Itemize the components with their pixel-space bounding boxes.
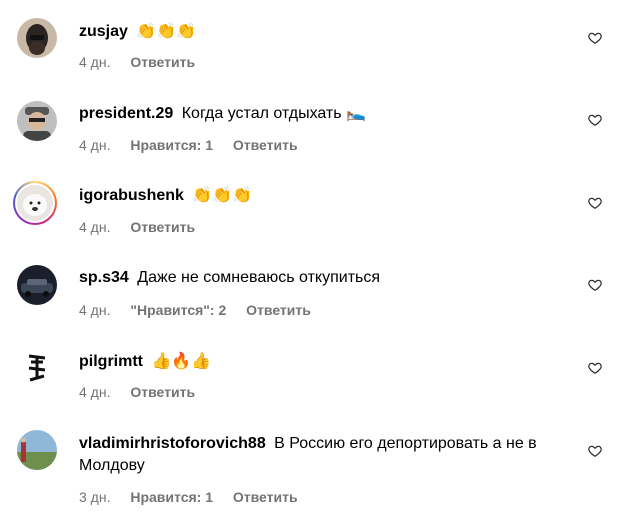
reply-button[interactable]: Ответить bbox=[130, 54, 195, 70]
comment-text: 👏👏👏 bbox=[192, 185, 253, 204]
comment-text: Когда устал отдыхать 🛌 bbox=[181, 105, 366, 122]
like-heart-icon[interactable] bbox=[588, 113, 602, 127]
comment-username[interactable]: pilgrimtt bbox=[79, 353, 143, 370]
comment-time[interactable]: 4 дн. bbox=[79, 384, 110, 400]
comment-time[interactable]: 3 дн. bbox=[79, 489, 110, 505]
comment-username[interactable]: vladimirhristoforovich88 bbox=[79, 435, 266, 452]
comment-meta: 4 дн. Ответить bbox=[79, 384, 211, 400]
story-ring bbox=[15, 183, 55, 223]
avatar[interactable] bbox=[17, 430, 57, 470]
comment-meta: 3 дн. Нравится: 1 Ответить bbox=[79, 489, 314, 505]
comment-username[interactable]: igorabushenk bbox=[79, 187, 184, 204]
comment-time[interactable]: 4 дн. bbox=[79, 219, 110, 235]
reply-button[interactable]: Ответить bbox=[130, 384, 195, 400]
like-heart-icon[interactable] bbox=[588, 278, 602, 292]
comment-time[interactable]: 4 дн. bbox=[79, 137, 110, 153]
likes-count[interactable]: Нравится: 1 bbox=[130, 489, 213, 505]
comment-body: president.29 Когда устал отдыхать 🛌 bbox=[79, 103, 579, 125]
avatar[interactable] bbox=[17, 18, 57, 58]
comment-text: Даже не сомневаюсь откупиться bbox=[137, 269, 381, 286]
avatar[interactable] bbox=[13, 181, 57, 225]
avatar[interactable] bbox=[17, 101, 57, 141]
comment-body: zusjay 👏👏👏 bbox=[79, 20, 579, 43]
comment-text: 👍🔥👍 bbox=[151, 351, 212, 370]
reply-button[interactable]: Ответить bbox=[130, 219, 195, 235]
comment-text: 👏👏👏 bbox=[136, 21, 197, 40]
avatar[interactable] bbox=[17, 265, 57, 305]
reply-button[interactable]: Ответить bbox=[233, 489, 298, 505]
comment-time[interactable]: 4 дн. bbox=[79, 302, 110, 318]
comment-username[interactable]: sp.s34 bbox=[79, 269, 129, 286]
comment-time[interactable]: 4 дн. bbox=[79, 54, 110, 70]
reply-button[interactable]: Ответить bbox=[233, 137, 298, 153]
likes-count[interactable]: "Нравится": 2 bbox=[130, 302, 226, 318]
avatar[interactable] bbox=[17, 348, 57, 388]
like-heart-icon[interactable] bbox=[588, 196, 602, 210]
comment-body: pilgrimtt 👍🔥👍 bbox=[79, 350, 579, 373]
comment-username[interactable]: president.29 bbox=[79, 105, 173, 122]
reply-button[interactable]: Ответить bbox=[246, 302, 311, 318]
comment-body: vladimirhristoforovich88 В Россию его де… bbox=[79, 433, 579, 477]
comment-meta: 4 дн. Ответить bbox=[79, 219, 211, 235]
comment-meta: 4 дн. Нравится: 1 Ответить bbox=[79, 137, 314, 153]
like-heart-icon[interactable] bbox=[588, 361, 602, 375]
like-heart-icon[interactable] bbox=[588, 444, 602, 458]
comment-body: igorabushenk 👏👏👏 bbox=[79, 184, 579, 207]
comment-username[interactable]: zusjay bbox=[79, 23, 128, 40]
comments-list: zusjay 👏👏👏 4 дн. Ответить president.29 К… bbox=[0, 0, 617, 531]
comment-meta: 4 дн. Ответить bbox=[79, 54, 211, 70]
like-heart-icon[interactable] bbox=[588, 31, 602, 45]
comment-meta: 4 дн. "Нравится": 2 Ответить bbox=[79, 302, 327, 318]
comment-body: sp.s34 Даже не сомневаюсь откупиться bbox=[79, 267, 579, 289]
likes-count[interactable]: Нравится: 1 bbox=[130, 137, 213, 153]
